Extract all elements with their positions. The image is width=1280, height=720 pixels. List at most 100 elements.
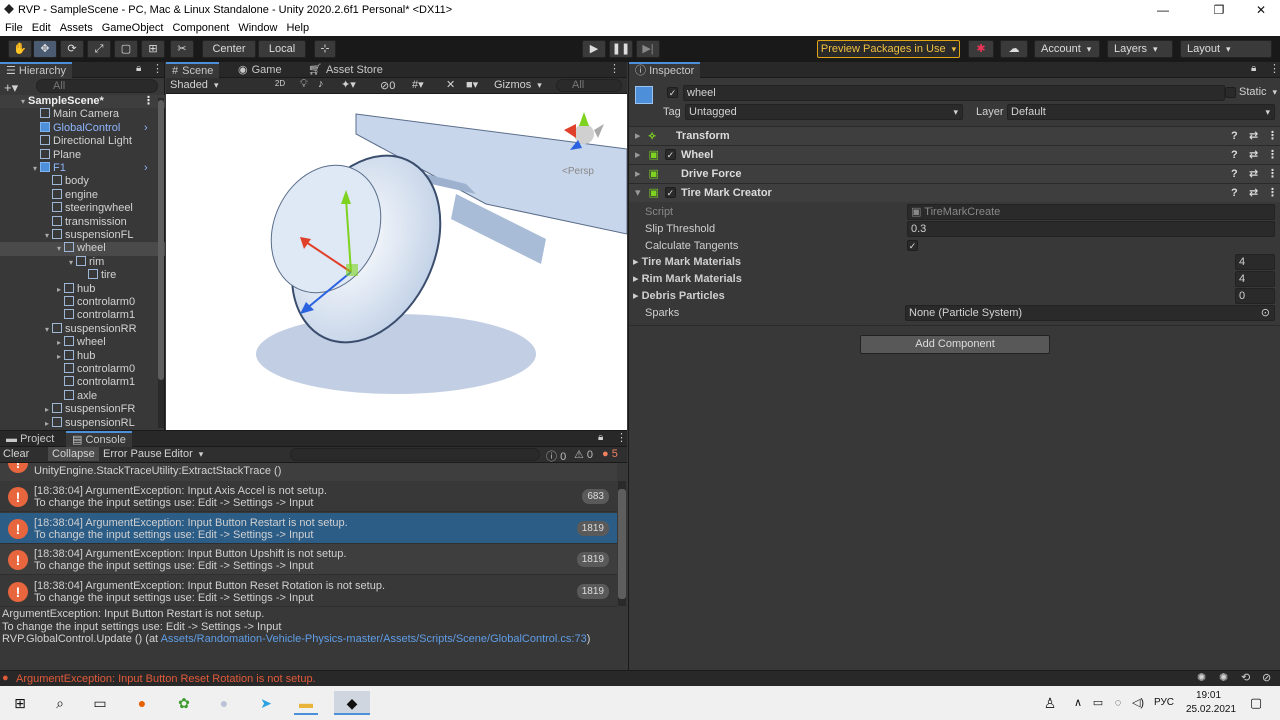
rotate-tool-icon[interactable]: ⟳ (60, 40, 84, 58)
error-pause-button[interactable]: Error Pause (103, 448, 162, 460)
rim-mark-materials-size[interactable]: 4 (1235, 271, 1275, 287)
tab-project[interactable]: ▬ Project (0, 431, 60, 447)
pivot-local-button[interactable]: Local (258, 40, 306, 58)
debug-icon[interactable]: ✺ (1197, 671, 1206, 684)
status-message[interactable]: ArgumentException: Input Button Reset Ro… (16, 673, 316, 685)
collab-status-icon[interactable]: ✺ (1219, 671, 1228, 684)
persp-label[interactable]: <Persp (562, 166, 594, 177)
sparks-field[interactable]: None (Particle System) ⊙ (905, 305, 1275, 321)
component-transform[interactable]: ▸ ⟡ Transform? ⇄ ⋮ (629, 126, 1280, 145)
hierarchy-item[interactable]: ▸ hub (0, 282, 165, 296)
move-tool-icon[interactable]: ✥ (33, 40, 57, 58)
menu-window[interactable]: Window (238, 20, 277, 36)
component-menu-icon[interactable]: ⋮ (1267, 165, 1278, 183)
object-name-field[interactable]: wheel (683, 85, 1225, 101)
scene-menu-icon[interactable]: ⋮ (143, 95, 154, 108)
gizmo-plane-handle[interactable] (346, 264, 358, 276)
hierarchy-item[interactable]: Directional Light (0, 135, 165, 148)
language-indicator[interactable]: РУС (1154, 697, 1174, 708)
camera-icon[interactable]: ■▾ (466, 78, 478, 91)
hand-tool-icon[interactable]: ✋ (8, 40, 32, 58)
grid-icon[interactable]: #▾ (412, 78, 424, 91)
menu-help[interactable]: Help (286, 20, 309, 36)
shading-dropdown[interactable]: Shaded (170, 79, 218, 91)
debris-particles-size[interactable]: 0 (1235, 288, 1275, 304)
console-lock-icon[interactable]: 🔒︎ (598, 432, 603, 443)
log-count-toggle[interactable]: ⓘ 0 (546, 448, 566, 464)
debris-particles-label[interactable]: ▸ Debris Particles (633, 288, 725, 304)
console-kebab-icon[interactable]: ⋮ (616, 431, 627, 444)
maximize-icon[interactable]: ❐ (1196, 0, 1242, 20)
play-icon[interactable]: ▶ (582, 40, 606, 58)
hierarchy-item[interactable]: GlobalControl › (0, 121, 165, 135)
search-icon[interactable]: ⌕ (48, 691, 72, 715)
tab-inspector[interactable]: ⓘ Inspector (629, 62, 701, 78)
volume-icon[interactable]: ◁) (1126, 691, 1150, 715)
expand-toggle-icon[interactable]: ▸ (54, 336, 64, 349)
hierarchy-item[interactable]: ▾ suspensionRR (0, 322, 165, 336)
hierarchy-item[interactable]: controlarm0 (0, 363, 165, 376)
expand-toggle-icon[interactable]: ▸ (54, 350, 64, 363)
clear-button[interactable]: Clear (3, 448, 29, 460)
chevron-right-icon[interactable]: › (144, 122, 148, 135)
component-menu-icon[interactable]: ⋮ (1267, 184, 1278, 202)
people-icon[interactable]: ♙ (1038, 691, 1062, 715)
error-count-toggle[interactable]: ● 5 (602, 448, 618, 460)
hidden-objects-icon[interactable]: ⊘0 (380, 79, 395, 92)
scene-2d-button[interactable]: 2D (270, 79, 290, 88)
presets-icon[interactable]: ⇄ (1249, 127, 1258, 145)
static-checkbox[interactable] (1225, 87, 1236, 98)
component-menu-icon[interactable]: ⋮ (1267, 146, 1278, 164)
scene-root-item[interactable]: ▾ SampleScene* ⋮ (0, 95, 165, 109)
tab-scene[interactable]: # Scene (166, 62, 220, 78)
file-explorer-icon[interactable]: ▬ (294, 691, 318, 715)
help-icon[interactable]: ? (1231, 184, 1238, 202)
scale-tool-icon[interactable]: ⤢ (87, 40, 111, 58)
menu-component[interactable]: Component (172, 20, 229, 36)
tab-asset-store[interactable]: 🛒︎ Asset Store (302, 62, 389, 78)
expand-toggle-icon[interactable]: ▾ (18, 95, 28, 108)
component-wheel[interactable]: ▸ ▣ ✓ Wheel? ⇄ ⋮ (629, 145, 1280, 164)
hierarchy-item[interactable]: controlarm1 (0, 376, 165, 389)
slip-threshold-field[interactable]: 0.3 (907, 221, 1275, 237)
component-drive-force[interactable]: ▸ ▣ Drive Force? ⇄ ⋮ (629, 164, 1280, 183)
account-dropdown[interactable]: Account (1034, 40, 1100, 58)
hierarchy-item[interactable]: transmission (0, 215, 165, 229)
kebab-menu-icon[interactable]: ⋮ (152, 62, 163, 75)
unity-taskbar-icon[interactable]: ◆ (334, 691, 370, 715)
pivot-center-button[interactable]: Center (202, 40, 256, 58)
hierarchy-item[interactable]: ▾ rim (0, 255, 165, 269)
hierarchy-item[interactable]: ▾ wheel (0, 242, 165, 256)
hierarchy-item[interactable]: axle (0, 389, 165, 403)
expand-toggle-icon[interactable]: ▾ (30, 162, 40, 175)
tire-mark-materials-label[interactable]: ▸ Tire Mark Materials (633, 254, 741, 270)
notifications-icon[interactable]: ▢ (1244, 691, 1268, 715)
console-log-entry[interactable]: ! [18:38:04] ArgumentException: Input But… (0, 512, 617, 544)
expand-toggle-icon[interactable]: ▾ (66, 256, 76, 269)
tab-console[interactable]: ▤ Console (66, 431, 132, 447)
hierarchy-item[interactable]: controlarm0 (0, 296, 165, 309)
gizmos-dropdown[interactable]: Gizmos (494, 79, 542, 91)
hierarchy-item[interactable]: controlarm1 (0, 309, 165, 322)
layout-dropdown[interactable]: Layout (1180, 40, 1272, 58)
hierarchy-scrollbar[interactable] (158, 98, 164, 428)
presets-icon[interactable]: ⇄ (1249, 146, 1258, 164)
add-component-button[interactable]: Add Component (860, 335, 1050, 354)
scene-viewport[interactable]: <Persp (166, 94, 627, 430)
rect-tool-icon[interactable]: ▢ (114, 40, 138, 58)
cloud-icon[interactable]: ☁ (1000, 40, 1028, 58)
hierarchy-item[interactable]: ▸ suspensionFR (0, 403, 165, 416)
expand-toggle-icon[interactable]: ▸ (54, 283, 64, 296)
clock-date[interactable]: 25.02.2021 (1186, 704, 1236, 715)
lighting-icon[interactable]: 💡︎ (300, 78, 308, 91)
warning-count-toggle[interactable]: ⚠ 0 (574, 448, 593, 461)
menu-gameobject[interactable]: GameObject (102, 20, 164, 36)
detail-link[interactable]: Assets/Randomation-Vehicle-Physics-maste… (161, 633, 587, 645)
tag-dropdown[interactable]: Untagged (685, 104, 963, 120)
editor-dropdown[interactable]: Editor (164, 448, 203, 460)
hierarchy-item[interactable]: Plane (0, 148, 165, 162)
presets-icon[interactable]: ⇄ (1249, 165, 1258, 183)
console-log-entry[interactable]: ! [18:38:04] ArgumentException: Input Axi… (0, 481, 617, 512)
preview-packages-button[interactable]: Preview Packages in Use (817, 40, 960, 58)
scene-search-input[interactable]: All (556, 79, 622, 92)
